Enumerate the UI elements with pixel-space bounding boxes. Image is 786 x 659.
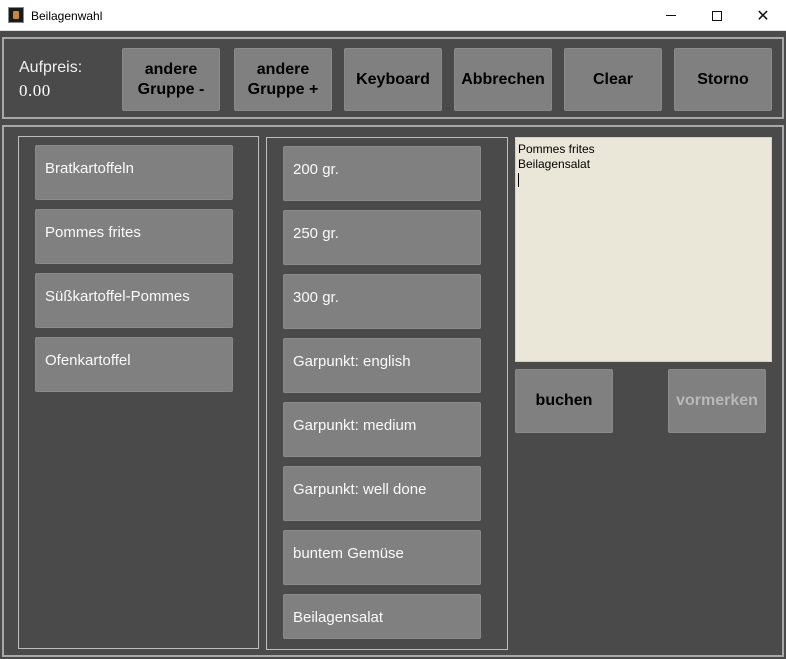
cancel-button[interactable]: Abbrechen: [454, 48, 552, 111]
side-dish-button[interactable]: Süßkartoffel-Pommes: [35, 273, 233, 328]
previous-group-button[interactable]: andere Gruppe -: [122, 48, 220, 111]
minimize-icon: [666, 15, 676, 16]
window-title: Beilagenwahl: [31, 9, 103, 23]
maximize-icon: [712, 10, 722, 21]
clear-button[interactable]: Clear: [564, 48, 662, 111]
option-button[interactable]: 250 gr.: [283, 210, 481, 265]
text-caret: [518, 173, 519, 187]
option-button[interactable]: Garpunkt: well done: [283, 466, 481, 521]
selection-textarea[interactable]: Pommes frites Beilagensalat: [515, 137, 772, 362]
option-list: 200 gr. 250 gr. 300 gr. Garpunkt: englis…: [266, 137, 508, 650]
selection-line: Pommes frites: [518, 142, 595, 156]
main-panel: Bratkartoffeln Pommes frites Süßkartoffe…: [2, 125, 784, 657]
app-icon: [8, 7, 24, 23]
reserve-button[interactable]: vormerken: [668, 369, 766, 433]
keyboard-button[interactable]: Keyboard: [344, 48, 442, 111]
selection-line: Beilagensalat: [518, 157, 591, 171]
surcharge-value: 0.00: [19, 81, 51, 100]
option-button[interactable]: buntem Gemüse: [283, 530, 481, 585]
side-dish-list: Bratkartoffeln Pommes frites Süßkartoffe…: [18, 136, 259, 649]
option-button[interactable]: Garpunkt: english: [283, 338, 481, 393]
storno-button[interactable]: Storno: [674, 48, 772, 111]
title-bar: Beilagenwahl ✕: [0, 0, 786, 31]
close-icon: ✕: [756, 5, 770, 25]
book-button[interactable]: buchen: [515, 369, 613, 433]
option-button[interactable]: Garpunkt: medium: [283, 402, 481, 457]
side-dish-button[interactable]: Ofenkartoffel: [35, 337, 233, 392]
option-button[interactable]: 200 gr.: [283, 146, 481, 201]
minimize-button[interactable]: [648, 0, 694, 31]
close-button[interactable]: ✕: [740, 0, 786, 31]
option-button[interactable]: 300 gr.: [283, 274, 481, 329]
side-dish-button[interactable]: Bratkartoffeln: [35, 145, 233, 200]
maximize-button[interactable]: [694, 0, 740, 31]
next-group-button[interactable]: andere Gruppe +: [234, 48, 332, 111]
toolbar-panel: Aufpreis: 0.00 andere Gruppe - andere Gr…: [2, 37, 784, 119]
surcharge-label: Aufpreis:: [19, 59, 83, 76]
side-dish-button[interactable]: Pommes frites: [35, 209, 233, 264]
option-button[interactable]: Beilagensalat: [283, 594, 481, 639]
